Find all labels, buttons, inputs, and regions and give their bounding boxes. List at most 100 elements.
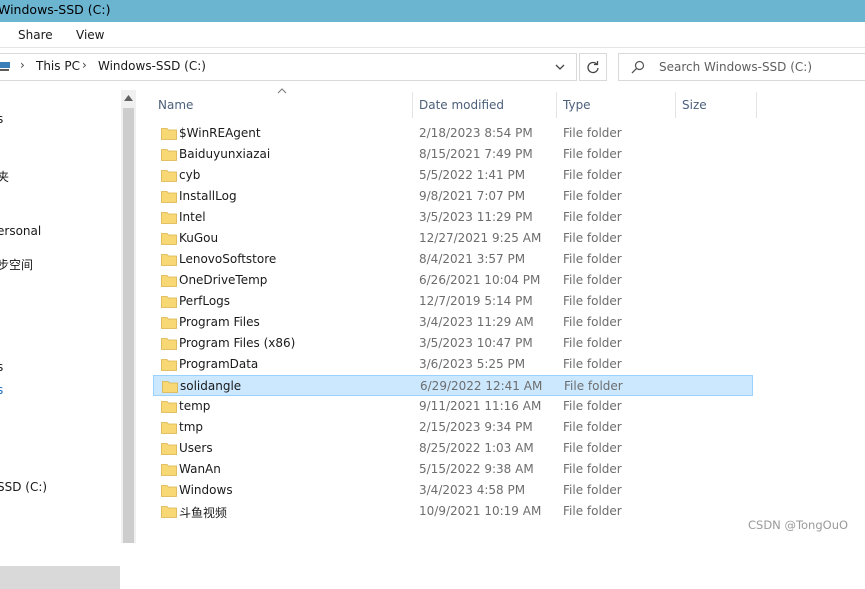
search-placeholder: Search Windows-SSD (C:) — [659, 60, 813, 74]
file-date-modified: 9/11/2021 11:16 AM — [419, 399, 542, 413]
file-name: InstallLog — [179, 189, 237, 203]
file-row[interactable]: KuGou 12/27/2021 9:25 AM File folder — [153, 228, 753, 249]
file-row[interactable]: tmp 2/15/2023 9:34 PM File folder — [153, 417, 753, 438]
file-row[interactable]: temp 9/11/2021 11:16 AM File folder — [153, 396, 753, 417]
file-name: solidangle — [180, 379, 242, 393]
nav-item[interactable]: s — [0, 112, 3, 126]
file-date-modified: 12/27/2021 9:25 AM — [419, 231, 542, 245]
file-date-modified: 8/4/2021 3:57 PM — [419, 252, 526, 266]
this-pc-icon — [0, 62, 10, 71]
file-type: File folder — [563, 441, 622, 455]
folder-icon — [162, 381, 178, 393]
column-divider[interactable] — [756, 92, 757, 118]
nav-item[interactable]: 夹 — [0, 168, 9, 185]
file-row[interactable]: 斗鱼视频 10/9/2021 10:19 AM File folder — [153, 501, 753, 522]
file-type: File folder — [563, 483, 622, 497]
folder-icon — [161, 401, 177, 413]
column-headers: Name Date modified Type Size — [137, 88, 865, 118]
file-row[interactable]: InstallLog 9/8/2021 7:07 PM File folder — [153, 186, 753, 207]
column-divider[interactable] — [556, 92, 557, 118]
folder-icon — [161, 233, 177, 245]
file-name: $WinREAgent — [179, 126, 261, 140]
refresh-button[interactable] — [579, 53, 607, 81]
search-box[interactable]: Search Windows-SSD (C:) — [618, 53, 865, 81]
column-divider[interactable] — [412, 92, 413, 118]
file-date-modified: 10/9/2021 10:19 AM — [419, 504, 542, 518]
file-row[interactable]: LenovoSoftstore 8/4/2021 3:57 PM File fold… — [153, 249, 753, 270]
nav-item[interactable]: 步空间 — [0, 256, 33, 273]
file-row[interactable]: $WinREAgent 2/18/2023 8:54 PM File folder — [153, 123, 753, 144]
breadcrumb-drive[interactable]: Windows-SSD (C:) — [98, 59, 206, 73]
nav-item-drive-c[interactable]: SSD (C:) — [0, 480, 47, 494]
window-title: Windows-SSD (C:) — [0, 2, 111, 17]
sort-ascending-icon — [277, 88, 287, 94]
file-type: File folder — [563, 231, 622, 245]
file-date-modified: 8/25/2022 1:03 AM — [419, 441, 534, 455]
file-name: Users — [179, 441, 213, 455]
column-divider[interactable] — [675, 92, 676, 118]
file-type: File folder — [563, 336, 622, 350]
folder-icon — [161, 296, 177, 308]
tab-view[interactable]: View — [76, 28, 104, 42]
breadcrumb-separator: › — [82, 58, 87, 72]
nav-scrollbar[interactable] — [121, 90, 136, 543]
nav-selected-highlight — [0, 566, 120, 589]
file-type: File folder — [564, 379, 623, 393]
folder-icon — [161, 443, 177, 455]
file-type: File folder — [563, 357, 622, 371]
folder-icon — [161, 170, 177, 182]
breadcrumb-separator: › — [20, 58, 25, 72]
ribbon: Share View — [0, 22, 865, 48]
column-header-name[interactable]: Name — [158, 98, 193, 112]
column-header-date[interactable]: Date modified — [419, 98, 504, 112]
folder-icon — [161, 191, 177, 203]
tab-share[interactable]: Share — [18, 28, 53, 42]
file-row[interactable]: Program Files (x86) 3/5/2023 10:47 PM File… — [153, 333, 753, 354]
nav-item[interactable]: s — [0, 383, 3, 397]
address-bar[interactable]: › This PC › Windows-SSD (C:) — [0, 53, 577, 81]
folder-icon — [161, 254, 177, 266]
file-date-modified: 9/8/2021 7:07 PM — [419, 189, 526, 203]
file-name: Windows — [179, 483, 233, 497]
file-type: File folder — [563, 210, 622, 224]
file-date-modified: 3/4/2023 11:29 AM — [419, 315, 534, 329]
file-type: File folder — [563, 462, 622, 476]
folder-icon — [161, 338, 177, 350]
file-name: Intel — [179, 210, 206, 224]
breadcrumb-this-pc[interactable]: This PC — [36, 59, 80, 73]
file-row[interactable]: Baiduyunxiazai 8/15/2021 7:49 PM File fold… — [153, 144, 753, 165]
file-row[interactable]: PerfLogs 12/7/2019 5:14 PM File folder — [153, 291, 753, 312]
file-date-modified: 5/5/2022 1:41 PM — [419, 168, 526, 182]
folder-icon — [161, 128, 177, 140]
scroll-up-icon[interactable] — [124, 95, 133, 101]
file-type: File folder — [563, 147, 622, 161]
scrollbar-thumb[interactable] — [123, 108, 134, 543]
column-header-type[interactable]: Type — [563, 98, 591, 112]
chevron-down-icon[interactable] — [555, 62, 565, 72]
file-row[interactable]: Program Files 3/4/2023 11:29 AM File folde… — [153, 312, 753, 333]
file-row[interactable]: Users 8/25/2022 1:03 AM File folder — [153, 438, 753, 459]
file-name: OneDriveTemp — [179, 273, 268, 287]
navigation-pane: s 夹 ersonal 步空间 s s SSD (C:) — [0, 90, 121, 589]
address-row: › This PC › Windows-SSD (C:) Search Wind… — [0, 48, 865, 86]
column-header-size[interactable]: Size — [682, 98, 707, 112]
file-type: File folder — [563, 252, 622, 266]
file-row[interactable]: cyb 5/5/2022 1:41 PM File folder — [153, 165, 753, 186]
folder-icon — [161, 212, 177, 224]
nav-item[interactable]: ersonal — [0, 224, 41, 238]
file-row[interactable]: WanAn 5/15/2022 9:38 AM File folder — [153, 459, 753, 480]
file-row[interactable]: solidangle 6/29/2022 12:41 AM File folder — [153, 375, 753, 396]
file-row[interactable]: OneDriveTemp 6/26/2021 10:04 PM File folde… — [153, 270, 753, 291]
file-type: File folder — [563, 294, 622, 308]
file-name: Program Files (x86) — [179, 336, 296, 350]
nav-item[interactable]: s — [0, 360, 3, 374]
folder-icon — [161, 359, 177, 371]
file-date-modified: 3/4/2023 4:58 PM — [419, 483, 526, 497]
file-row[interactable]: Windows 3/4/2023 4:58 PM File folder — [153, 480, 753, 501]
folder-icon — [161, 464, 177, 476]
file-row[interactable]: Intel 3/5/2023 11:29 PM File folder — [153, 207, 753, 228]
file-date-modified: 6/29/2022 12:41 AM — [420, 379, 543, 393]
file-type: File folder — [563, 315, 622, 329]
file-name: LenovoSoftstore — [179, 252, 277, 266]
file-row[interactable]: ProgramData 3/6/2023 5:25 PM File folder — [153, 354, 753, 375]
